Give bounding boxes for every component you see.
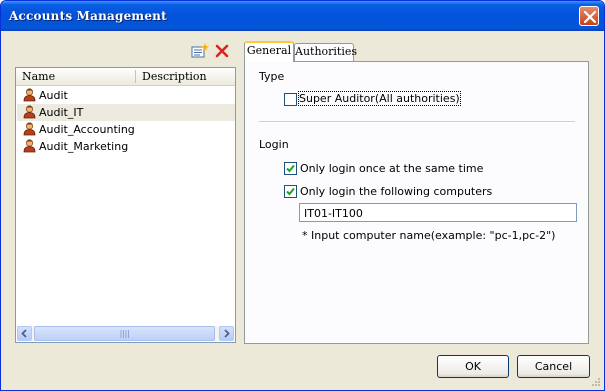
grip-icon <box>120 330 129 338</box>
type-section-label: Type <box>259 70 285 83</box>
user-icon <box>23 88 36 102</box>
title-bar[interactable]: Accounts Management <box>1 1 604 31</box>
accounts-list[interactable]: Name Description Audit Audit_IT Audit_Ac… <box>15 67 236 343</box>
login-once-label[interactable]: Only login once at the same time <box>300 162 483 175</box>
close-button[interactable] <box>579 6 599 26</box>
login-computers-label[interactable]: Only login the following computers <box>300 185 492 198</box>
delete-icon <box>215 44 229 58</box>
delete-account-button[interactable] <box>215 44 229 61</box>
list-item[interactable]: Audit <box>17 87 235 104</box>
login-computers-checkbox[interactable] <box>284 185 297 198</box>
horizontal-scrollbar[interactable] <box>17 326 234 341</box>
column-divider[interactable] <box>135 70 136 83</box>
user-icon <box>23 139 36 153</box>
login-section-label: Login <box>259 138 289 151</box>
tab-general[interactable]: General <box>244 41 294 62</box>
computers-input[interactable]: IT01-IT100 <box>299 203 577 222</box>
tab-authorities[interactable]: Authorities <box>294 43 357 61</box>
column-header-description[interactable]: Description <box>142 70 207 83</box>
account-name: Audit <box>39 89 68 102</box>
checkmark-icon <box>286 187 295 196</box>
column-header-name[interactable]: Name <box>22 70 55 83</box>
scroll-left-button[interactable] <box>17 326 32 341</box>
checkmark-icon <box>286 164 295 173</box>
cancel-button[interactable]: Cancel <box>517 355 590 378</box>
input-hint: * Input computer name(example: "pc-1,pc-… <box>302 229 556 242</box>
chevron-left-icon <box>21 329 27 338</box>
accounts-management-window: Accounts Management Name Description Aud… <box>0 0 605 391</box>
super-auditor-label[interactable]: Super Auditor(All authorities) <box>298 91 461 106</box>
list-item[interactable]: Audit_Marketing <box>17 138 235 155</box>
add-account-button[interactable] <box>191 43 209 62</box>
super-auditor-checkbox[interactable] <box>284 93 297 106</box>
add-account-icon <box>191 43 209 58</box>
scroll-thumb[interactable] <box>34 326 215 341</box>
window-title: Accounts Management <box>9 9 167 23</box>
user-icon <box>23 122 36 136</box>
list-item-selected[interactable]: Audit_IT <box>17 104 235 121</box>
login-once-checkbox[interactable] <box>284 162 297 175</box>
account-name: Audit_Accounting <box>39 123 135 136</box>
resize-grip-icon[interactable] <box>590 376 601 387</box>
list-item[interactable]: Audit_Accounting <box>17 121 235 138</box>
close-icon <box>584 11 596 23</box>
account-name: Audit_IT <box>39 106 84 119</box>
list-header: Name Description <box>16 68 235 86</box>
scroll-right-button[interactable] <box>219 326 234 341</box>
chevron-right-icon <box>224 329 230 338</box>
section-divider <box>259 121 575 123</box>
account-name: Audit_Marketing <box>39 140 129 153</box>
ok-button[interactable]: OK <box>437 355 509 378</box>
user-icon <box>23 105 36 119</box>
